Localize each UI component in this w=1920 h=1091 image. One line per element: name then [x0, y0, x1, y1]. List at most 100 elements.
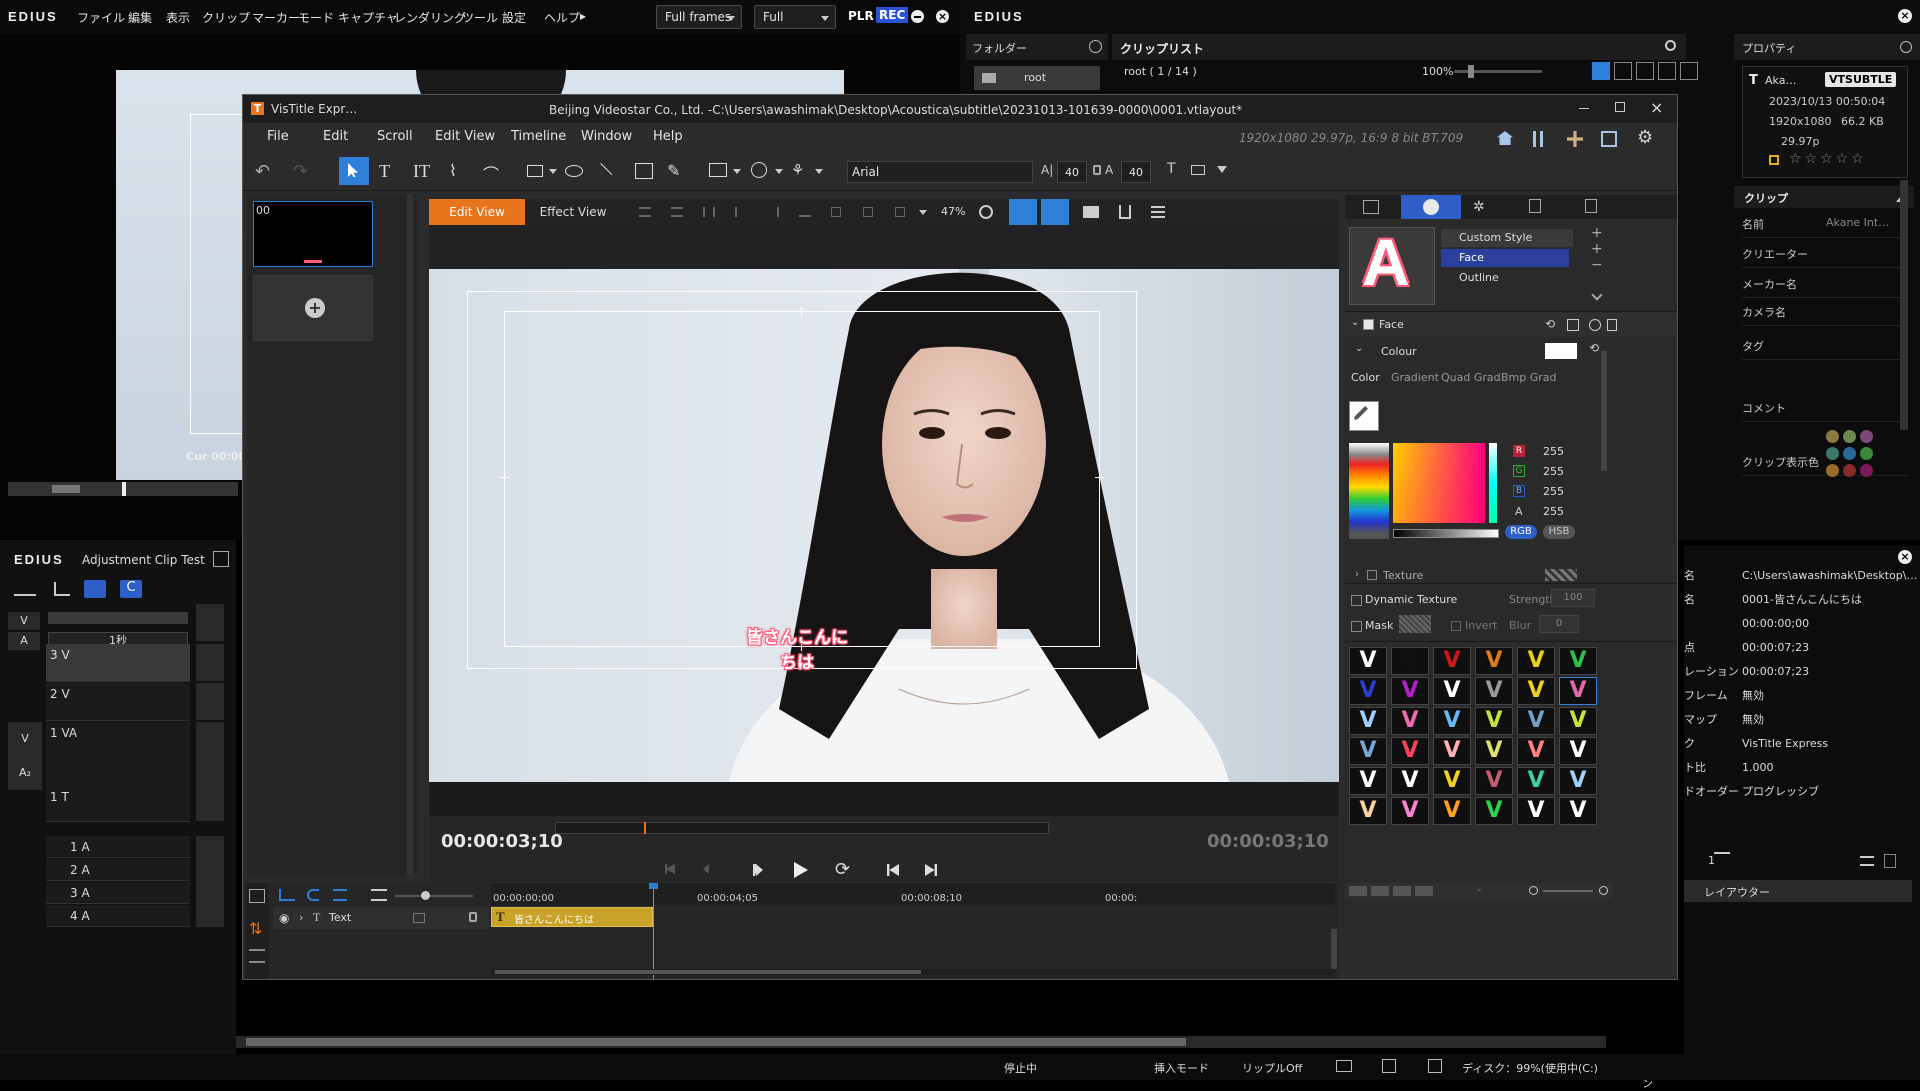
menu-icon[interactable]	[1151, 206, 1165, 218]
folder-tab[interactable]: フォルダー	[966, 34, 1108, 60]
clip-card[interactable]: T Aka… VTSUBTLE 2023/10/13 00:50:04 1920…	[1742, 66, 1908, 178]
face-checkbox[interactable]	[1363, 319, 1374, 330]
zoom-value[interactable]: 47%	[941, 205, 965, 218]
vistitle-menu-item[interactable]: Edit View	[435, 129, 495, 144]
collapse-icon[interactable]: ⌄	[1355, 343, 1363, 354]
library-tab-icon[interactable]	[1585, 199, 1597, 213]
close-icon[interactable]: ×	[1898, 9, 1912, 23]
import-swatch-icon[interactable]	[1415, 886, 1433, 896]
text-format-icon[interactable]: T	[1167, 161, 1176, 177]
style-swatch[interactable]: V	[1433, 677, 1471, 705]
vistitle-menu-item[interactable]: Scroll	[377, 129, 413, 144]
add-swatch-icon[interactable]	[1349, 886, 1367, 896]
render-icon[interactable]	[1428, 1059, 1442, 1073]
go-start-icon[interactable]	[665, 864, 675, 874]
center-h-icon[interactable]	[831, 207, 841, 217]
r-value[interactable]: 255	[1543, 445, 1564, 458]
style-swatch[interactable]: V	[1517, 797, 1555, 825]
keyframe-icon[interactable]	[249, 889, 265, 903]
align-bottom-icon[interactable]	[799, 207, 811, 217]
path-text-tool-icon[interactable]: ⌇	[449, 161, 457, 180]
info-splitter[interactable]	[1714, 852, 1730, 854]
dropdown-icon[interactable]	[775, 169, 783, 178]
mask-checkbox[interactable]	[1351, 621, 1362, 632]
track-2a[interactable]: 2 A	[46, 859, 190, 881]
vistitle-menu-item[interactable]: Edit	[323, 129, 348, 144]
zoom-out-icon[interactable]	[1529, 886, 1538, 895]
style-swatch[interactable]: V	[1433, 767, 1471, 795]
list-icon[interactable]	[1860, 856, 1874, 866]
expand-icon[interactable]: ›	[1355, 569, 1359, 580]
next-marker-icon[interactable]	[925, 864, 937, 876]
style-item-face[interactable]: Face	[1441, 249, 1569, 267]
detail-view-icon[interactable]	[1636, 62, 1654, 80]
clip-color-dot[interactable]	[1860, 464, 1873, 477]
style-swatch[interactable]: V	[1517, 647, 1555, 675]
texture-row[interactable]: › Texture	[1345, 567, 1605, 581]
style-swatch[interactable]: V	[1349, 767, 1387, 795]
expand-icon[interactable]: ›	[299, 911, 303, 924]
monitor-icon[interactable]	[1336, 1060, 1352, 1072]
audio-toggle[interactable]: A	[8, 632, 40, 650]
track-3a[interactable]: 3 A	[46, 882, 190, 904]
clip-color-dot[interactable]	[1843, 464, 1856, 477]
zoom-in-icon[interactable]	[1599, 886, 1608, 895]
colour-swatch[interactable]	[1545, 343, 1577, 359]
search-icon[interactable]	[1665, 40, 1676, 51]
style-swatch[interactable]: V	[1391, 647, 1429, 675]
clip-color-dot[interactable]	[1860, 430, 1873, 443]
style-swatch[interactable]: V	[1559, 767, 1597, 795]
track-1va[interactable]: 1 VA	[46, 722, 190, 790]
lock-icon[interactable]	[469, 912, 477, 922]
style-swatch[interactable]: V	[1475, 767, 1513, 795]
timeline-hscroll[interactable]	[491, 969, 1335, 975]
status-ripple[interactable]: リップルOff	[1242, 1060, 1302, 1076]
motion-icon[interactable]	[413, 913, 425, 923]
edius-menu-item[interactable]: ヘルプ	[544, 9, 580, 26]
style-swatch[interactable]: V	[1517, 707, 1555, 735]
rectangle-tool-icon[interactable]	[527, 165, 543, 177]
layouter-row[interactable]: レイアウター	[1684, 880, 1912, 902]
g-value[interactable]: 255	[1543, 465, 1564, 478]
style-swatch[interactable]: V	[1433, 647, 1471, 675]
reset-icon[interactable]: ⟲	[1545, 317, 1555, 331]
close-icon[interactable]: ×	[1650, 98, 1663, 117]
clip-color-dot[interactable]	[1826, 464, 1839, 477]
font-select[interactable]: Arial	[847, 161, 1033, 183]
style-swatch[interactable]: V	[1391, 767, 1429, 795]
style-swatch[interactable]: V	[1475, 707, 1513, 735]
cliplist-tab[interactable]: クリップリスト	[1112, 34, 1686, 60]
track-4a[interactable]: 4 A	[46, 905, 190, 927]
style-swatch[interactable]: V	[1475, 647, 1513, 675]
track-1a[interactable]: 1 A	[46, 836, 190, 858]
history-icon[interactable]	[1900, 41, 1912, 53]
face-section-header[interactable]: ⌄ Face ⟲	[1345, 313, 1677, 337]
minimize-icon[interactable]	[1579, 108, 1589, 109]
style-swatch[interactable]: V	[1349, 647, 1387, 675]
play-icon[interactable]	[794, 862, 808, 878]
texture-checkbox[interactable]	[1367, 570, 1377, 580]
edit-swatch-icon[interactable]	[1393, 886, 1411, 896]
add-style-icon[interactable]: +	[1591, 225, 1603, 241]
loop-icon[interactable]: ⟳	[835, 859, 850, 880]
center-v-icon[interactable]	[863, 207, 873, 217]
transport-scrubber[interactable]	[555, 822, 1049, 834]
table-icon[interactable]	[1191, 165, 1205, 175]
timeline-text-clip[interactable]: T 皆さんこんにちは	[491, 907, 653, 927]
property-row[interactable]: クリップ表示色	[1742, 430, 1908, 477]
align-right-icon[interactable]	[703, 207, 715, 217]
video-toggle[interactable]: V	[8, 612, 40, 630]
vistitle-menu-item[interactable]: File	[267, 129, 289, 144]
rating-stars-icon[interactable]: ☆☆☆☆☆	[1789, 151, 1867, 167]
hue-slider[interactable]	[1489, 443, 1497, 523]
redo-icon[interactable]: ↷	[293, 161, 308, 182]
plr-label[interactable]: PLR	[848, 9, 874, 23]
vistitle-menu-item[interactable]: Window	[581, 129, 632, 144]
property-row[interactable]: クリエーター	[1742, 240, 1908, 268]
style-swatch[interactable]: V	[1559, 737, 1597, 765]
effects-tab-icon[interactable]: ✲	[1473, 199, 1485, 215]
vertical-text-tool-icon[interactable]: IT	[413, 161, 430, 182]
large-view-icon[interactable]	[1614, 62, 1632, 80]
timeline-scrollbar[interactable]	[236, 1036, 1606, 1048]
tracking-input[interactable]: 40	[1121, 161, 1151, 183]
